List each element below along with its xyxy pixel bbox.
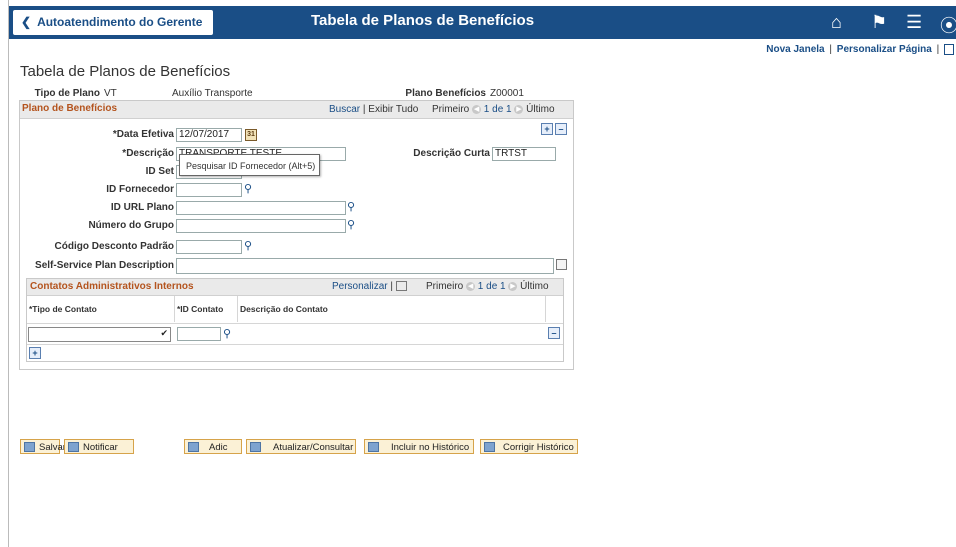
previous-icon[interactable]: ◀ [466, 281, 476, 291]
chevron-down-icon: ✔ [160, 328, 168, 338]
page-links: Nova Janela | Personalizar Página | [766, 44, 954, 55]
correct-history-button-label: Corrigir Histórico [503, 442, 574, 453]
setid-label: ID Set [145, 166, 174, 177]
panel-separator: | [362, 104, 366, 115]
include-history-icon [368, 442, 379, 452]
column-header[interactable]: Descrição do Contato [238, 296, 546, 322]
self-service-plan-description-label: Self-Service Plan Description [35, 260, 174, 271]
default-deduction-code-input[interactable] [176, 240, 242, 254]
plan-url-id-input[interactable] [176, 201, 346, 215]
row-range: 1 de 1 [483, 104, 512, 115]
panel-title: Plano de Benefícios [22, 103, 118, 114]
page-title: Tabela de Planos de Benefícios [20, 63, 231, 80]
plan-type-description: Auxílio Transporte [172, 88, 253, 99]
new-window-link[interactable]: Nova Janela [766, 44, 824, 55]
save-icon [24, 442, 35, 452]
add-row-button[interactable]: + [541, 123, 553, 135]
panel-find-group: Buscar | Exibir Tudo [329, 104, 418, 115]
next-icon[interactable]: ▶ [508, 281, 518, 291]
grid-separator: | [390, 281, 393, 292]
delete-row-button[interactable]: – [548, 327, 560, 339]
navbar-icon[interactable]: ⦿ [940, 12, 956, 38]
top-banner: ❮ Autoatendimento do Gerente Tabela de Pl… [9, 6, 956, 39]
row-range: 1 de 1 [477, 281, 506, 292]
table-row: ✔ ⚲ – [27, 323, 563, 345]
short-description-input[interactable]: TRTST [492, 147, 556, 161]
benefit-plan-label: Plano Benefícios [405, 88, 486, 99]
personalize-link[interactable]: Personalizar [332, 281, 388, 292]
add-button-label: Adic [209, 442, 228, 453]
include-history-button-label: Incluir no Histórico [391, 442, 470, 453]
description-label: *Descrição [122, 148, 174, 159]
vendor-id-label: ID Fornecedor [106, 184, 174, 195]
tooltip: Pesquisar ID Fornecedor (Alt+5) [179, 154, 320, 176]
add-row-button[interactable]: + [29, 347, 41, 359]
expand-icon[interactable] [556, 259, 567, 270]
search-icon[interactable]: ⚲ [347, 218, 355, 231]
find-link[interactable]: Buscar [329, 104, 360, 115]
search-icon[interactable]: ⚲ [244, 182, 252, 195]
add-button[interactable]: Adic [184, 439, 242, 454]
flag-icon[interactable]: ⚑ [871, 12, 887, 33]
plan-type-label: Tipo de Plano [34, 88, 100, 99]
panel-header: Plano de Benefícios Buscar | Exibir Tudo… [20, 101, 573, 119]
grid-expand-icon[interactable] [395, 281, 407, 292]
column-header[interactable]: *ID Contato [175, 296, 238, 322]
search-icon[interactable]: ⚲ [223, 327, 231, 340]
include-history-button[interactable]: Incluir no Histórico [364, 439, 474, 454]
search-icon[interactable]: ⚲ [244, 239, 252, 252]
benefit-plan-value: Z00001 [490, 88, 524, 99]
correct-history-button[interactable]: Corrigir Histórico [480, 439, 578, 454]
effective-date-label: *Data Efetiva [112, 129, 174, 140]
self-service-plan-description-input[interactable] [176, 258, 554, 274]
notify-icon [68, 442, 79, 452]
calendar-icon[interactable]: 31 [245, 129, 257, 141]
first-label: Primeiro [432, 104, 470, 115]
left-frame [0, 0, 9, 547]
group-number-input[interactable] [176, 219, 346, 233]
grid-header: Contatos Administrativos Internos Person… [27, 279, 563, 296]
vendor-id-input[interactable] [176, 183, 242, 197]
delete-row-button[interactable]: – [555, 123, 567, 135]
update-display-icon [250, 442, 261, 452]
link-separator: | [936, 44, 940, 56]
effective-date-input[interactable]: 12/07/2017 [176, 128, 242, 142]
internal-admin-contacts-grid: Contatos Administrativos Internos Person… [26, 278, 564, 362]
link-separator: | [829, 44, 832, 56]
menu-icon[interactable]: ☰ [906, 12, 922, 33]
short-description-label: Descrição Curta [413, 148, 490, 159]
next-icon[interactable]: ▶ [514, 104, 524, 114]
app-title: Tabela de Planos de Benefícios [310, 12, 535, 29]
last-label: Último [520, 281, 549, 292]
save-button-label: Salvar [39, 442, 66, 453]
home-icon[interactable]: ⌂ [831, 12, 842, 33]
grid-title: Contatos Administrativos Internos [30, 281, 194, 292]
default-deduction-code-label: Código Desconto Padrão [54, 241, 174, 252]
add-icon [188, 442, 199, 452]
group-number-label: Número do Grupo [88, 220, 174, 231]
grid-pager: Primeiro ◀ 1 de 1 ▶ Último [426, 281, 549, 292]
contact-type-select[interactable]: ✔ [28, 327, 171, 342]
first-label: Primeiro [426, 281, 464, 292]
update-display-button[interactable]: Atualizar/Consultar [246, 439, 356, 454]
correct-history-icon [484, 442, 495, 452]
help-icon[interactable] [944, 44, 954, 55]
previous-icon[interactable]: ◀ [472, 104, 482, 114]
search-icon[interactable]: ⚲ [347, 200, 355, 213]
plan-type-code: VT [104, 88, 117, 99]
column-header[interactable]: *Tipo de Contato [27, 296, 175, 322]
save-button[interactable]: Salvar [20, 439, 66, 454]
update-display-button-label: Atualizar/Consultar [273, 442, 354, 453]
panel-pager: Primeiro ◀ 1 de 1 ▶ Último [432, 104, 555, 115]
contact-id-input[interactable] [177, 327, 221, 341]
personalize-page-link[interactable]: Personalizar Página [837, 44, 932, 55]
grid-personalize-group: Personalizar | [332, 281, 407, 292]
notify-button[interactable]: Notificar [64, 439, 134, 454]
last-label: Último [526, 104, 555, 115]
notify-button-label: Notificar [83, 442, 118, 453]
plan-url-id-label: ID URL Plano [110, 202, 174, 213]
view-all-link[interactable]: Exibir Tudo [368, 104, 418, 115]
